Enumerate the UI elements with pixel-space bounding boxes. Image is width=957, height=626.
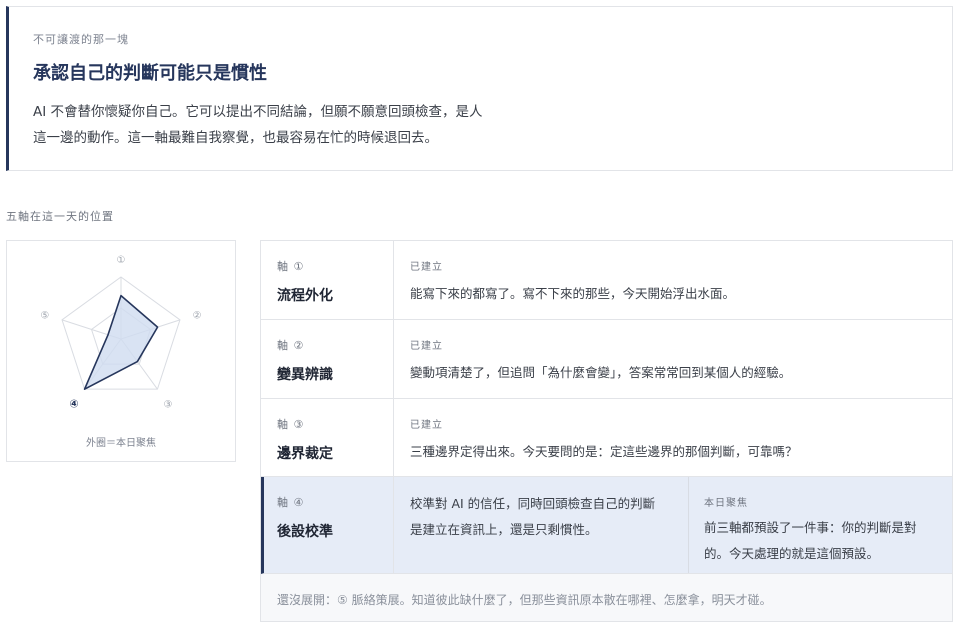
radar-card: ① ② ③ ④ ⑤ 外圈＝本日聚焦	[6, 240, 236, 462]
callout-body-line: AI 不會替你懷疑你自己。它可以提出不同結論，但願不願意回頭檢查，是人	[33, 104, 483, 120]
axis-row-1: 軸 ① 流程外化 已建立 能寫下來的都寫了。寫不下來的那些，今天開始浮出水面。	[261, 241, 952, 320]
radar-caption: 外圈＝本日聚焦	[86, 438, 156, 449]
axis-description-line: 是建立在資訊上，還是只剩慣性。	[410, 522, 598, 537]
axis-status: 已建立	[410, 341, 443, 352]
axes-table: 軸 ① 流程外化 已建立 能寫下來的都寫了。寫不下來的那些，今天開始浮出水面。 …	[260, 240, 953, 622]
radar-axis-label: ⑤	[40, 310, 49, 321]
callout-title: 承認自己的判斷可能只是慣性	[33, 63, 267, 84]
radar-chart: ① ② ③ ④ ⑤	[40, 255, 202, 411]
section-label: 五軸在這一天的位置	[6, 210, 114, 223]
axis-name: 流程外化	[277, 288, 333, 304]
callout-eyebrow: 不可讓渡的那一塊	[33, 33, 129, 46]
radar-axis-label: ②	[193, 310, 202, 321]
axis-status: 已建立	[410, 262, 443, 273]
axis-status: 已建立	[410, 420, 443, 431]
footer-note-text: 還沒展開：⑤ 脈絡策展。知道彼此缺什麼了，但那些資訊原本散在哪裡、怎麼拿，明天才…	[277, 593, 772, 607]
axis-number: 軸 ②	[277, 339, 305, 352]
axis-row-left: 軸 ④ 後設校準	[264, 477, 394, 573]
callout-body: AI 不會替你懷疑你自己。它可以提出不同結論，但願不願意回頭檢查，是人 這一邊的…	[33, 99, 533, 151]
focus-divider	[688, 477, 689, 573]
axis-name: 邊界裁定	[277, 446, 333, 462]
axis-description: 校準對 AI 的信任，同時回頭檢查自己的判斷 是建立在資訊上，還是只剩慣性。	[410, 491, 688, 543]
callout-body-line: 這一邊的動作。這一軸最難自我察覺，也最容易在忙的時候退回去。	[33, 130, 438, 146]
focus-body-line: 的。今天處理的就是這個預設。	[704, 546, 880, 561]
focus-label: 本日聚焦	[704, 498, 748, 509]
focus-body-line: 前三軸都預設了一件事：你的判斷是對	[704, 520, 917, 535]
axis-row-left: 軸 ① 流程外化	[261, 241, 394, 319]
axis-row-left: 軸 ② 變異辨識	[261, 320, 394, 398]
axis-number: 軸 ③	[277, 418, 305, 431]
axis-number: 軸 ④	[277, 496, 305, 509]
axis-description: 能寫下來的都寫了。寫不下來的那些，今天開始浮出水面。	[410, 286, 736, 301]
axis-description-line: 校準對 AI 的信任，同時回頭檢查自己的判斷	[410, 496, 656, 511]
focus-body: 前三軸都預設了一件事：你的判斷是對 的。今天處理的就是這個預設。	[704, 515, 939, 567]
axis-row-3: 軸 ③ 邊界裁定 已建立 三種邊界定得出來。今天要問的是：定這些邊界的那個判斷，…	[261, 399, 952, 477]
axis-description: 三種邊界定得出來。今天要問的是：定這些邊界的那個判斷，可靠嗎？	[410, 444, 798, 459]
radar-axis-label: ④	[69, 398, 78, 411]
axis-name: 變異辨識	[277, 367, 333, 383]
axis-description: 變動項清楚了，但追問「為什麼會變」，答案常常回到某個人的經驗。	[410, 365, 792, 380]
axis-number: 軸 ①	[277, 260, 305, 273]
radar-axis-label: ①	[117, 255, 126, 266]
axis-row-left: 軸 ③ 邊界裁定	[261, 399, 394, 476]
axis-row-focus: 軸 ④ 後設校準 校準對 AI 的信任，同時回頭檢查自己的判斷 是建立在資訊上，…	[261, 477, 952, 574]
axis-row-2: 軸 ② 變異辨識 已建立 變動項清楚了，但追問「為什麼會變」，答案常常回到某個人…	[261, 320, 952, 399]
radar-axis-label: ③	[164, 400, 173, 411]
focus-callout: 不可讓渡的那一塊 承認自己的判斷可能只是慣性 AI 不會替你懷疑你自己。它可以提…	[6, 6, 953, 171]
axis-name: 後設校準	[277, 524, 333, 540]
footer-note: 還沒展開：⑤ 脈絡策展。知道彼此缺什麼了，但那些資訊原本散在哪裡、怎麼拿，明天才…	[261, 574, 952, 621]
